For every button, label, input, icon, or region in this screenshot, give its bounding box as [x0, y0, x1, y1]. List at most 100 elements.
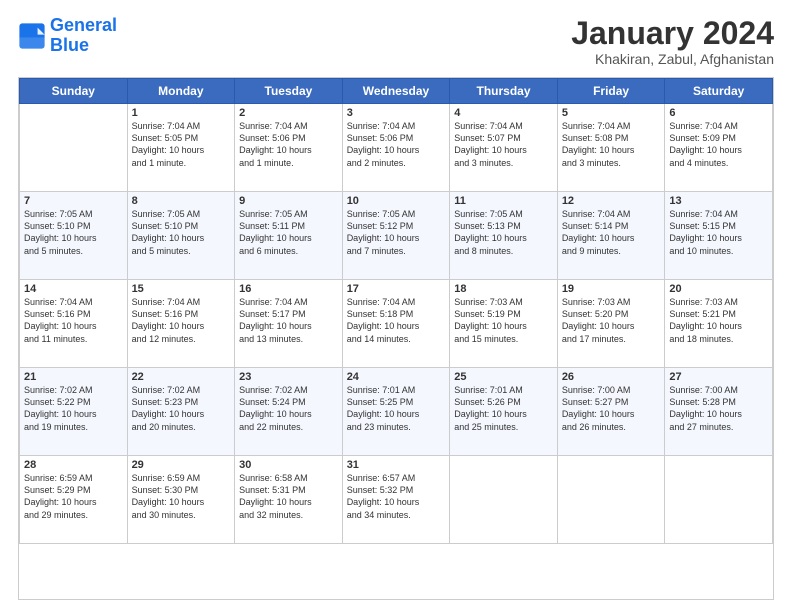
calendar-cell: 22Sunrise: 7:02 AM Sunset: 5:23 PM Dayli… [127, 368, 235, 456]
calendar-week: 21Sunrise: 7:02 AM Sunset: 5:22 PM Dayli… [20, 368, 773, 456]
day-info: Sunrise: 6:59 AM Sunset: 5:30 PM Dayligh… [132, 472, 231, 521]
calendar-cell: 26Sunrise: 7:00 AM Sunset: 5:27 PM Dayli… [557, 368, 665, 456]
calendar-week: 7Sunrise: 7:05 AM Sunset: 5:10 PM Daylig… [20, 192, 773, 280]
calendar-cell: 31Sunrise: 6:57 AM Sunset: 5:32 PM Dayli… [342, 456, 450, 544]
calendar-cell: 17Sunrise: 7:04 AM Sunset: 5:18 PM Dayli… [342, 280, 450, 368]
day-number: 27 [669, 371, 768, 383]
weekday-header: Saturday [665, 79, 773, 104]
day-number: 31 [347, 459, 446, 471]
day-info: Sunrise: 7:03 AM Sunset: 5:20 PM Dayligh… [562, 296, 661, 345]
calendar-cell: 27Sunrise: 7:00 AM Sunset: 5:28 PM Dayli… [665, 368, 773, 456]
calendar: SundayMondayTuesdayWednesdayThursdayFrid… [18, 77, 774, 600]
calendar-cell: 15Sunrise: 7:04 AM Sunset: 5:16 PM Dayli… [127, 280, 235, 368]
calendar-cell: 7Sunrise: 7:05 AM Sunset: 5:10 PM Daylig… [20, 192, 128, 280]
day-number: 15 [132, 283, 231, 295]
calendar-cell: 18Sunrise: 7:03 AM Sunset: 5:19 PM Dayli… [450, 280, 558, 368]
day-info: Sunrise: 7:03 AM Sunset: 5:21 PM Dayligh… [669, 296, 768, 345]
header: General Blue January 2024 Khakiran, Zabu… [18, 16, 774, 67]
day-info: Sunrise: 7:04 AM Sunset: 5:16 PM Dayligh… [132, 296, 231, 345]
calendar-cell: 11Sunrise: 7:05 AM Sunset: 5:13 PM Dayli… [450, 192, 558, 280]
day-number: 12 [562, 195, 661, 207]
calendar-cell [557, 456, 665, 544]
day-number: 1 [132, 107, 231, 119]
page: General Blue January 2024 Khakiran, Zabu… [0, 0, 792, 612]
weekday-header: Tuesday [235, 79, 343, 104]
day-number: 23 [239, 371, 338, 383]
weekday-header: Monday [127, 79, 235, 104]
day-number: 21 [24, 371, 123, 383]
day-number: 7 [24, 195, 123, 207]
calendar-cell: 19Sunrise: 7:03 AM Sunset: 5:20 PM Dayli… [557, 280, 665, 368]
calendar-cell: 21Sunrise: 7:02 AM Sunset: 5:22 PM Dayli… [20, 368, 128, 456]
day-number: 20 [669, 283, 768, 295]
day-info: Sunrise: 7:01 AM Sunset: 5:26 PM Dayligh… [454, 384, 553, 433]
calendar-week: 14Sunrise: 7:04 AM Sunset: 5:16 PM Dayli… [20, 280, 773, 368]
calendar-cell: 16Sunrise: 7:04 AM Sunset: 5:17 PM Dayli… [235, 280, 343, 368]
day-info: Sunrise: 7:03 AM Sunset: 5:19 PM Dayligh… [454, 296, 553, 345]
calendar-cell: 13Sunrise: 7:04 AM Sunset: 5:15 PM Dayli… [665, 192, 773, 280]
day-number: 25 [454, 371, 553, 383]
calendar-cell: 10Sunrise: 7:05 AM Sunset: 5:12 PM Dayli… [342, 192, 450, 280]
calendar-cell: 4Sunrise: 7:04 AM Sunset: 5:07 PM Daylig… [450, 104, 558, 192]
day-number: 5 [562, 107, 661, 119]
day-info: Sunrise: 7:04 AM Sunset: 5:16 PM Dayligh… [24, 296, 123, 345]
logo: General Blue [18, 16, 117, 56]
day-number: 14 [24, 283, 123, 295]
day-info: Sunrise: 7:02 AM Sunset: 5:23 PM Dayligh… [132, 384, 231, 433]
calendar-cell: 28Sunrise: 6:59 AM Sunset: 5:29 PM Dayli… [20, 456, 128, 544]
calendar-cell: 2Sunrise: 7:04 AM Sunset: 5:06 PM Daylig… [235, 104, 343, 192]
calendar-cell: 5Sunrise: 7:04 AM Sunset: 5:08 PM Daylig… [557, 104, 665, 192]
logo-blue: Blue [50, 36, 117, 56]
month-title: January 2024 [571, 16, 774, 51]
day-info: Sunrise: 7:04 AM Sunset: 5:06 PM Dayligh… [239, 120, 338, 169]
day-info: Sunrise: 7:00 AM Sunset: 5:28 PM Dayligh… [669, 384, 768, 433]
day-number: 19 [562, 283, 661, 295]
logo-general: General [50, 15, 117, 35]
day-number: 2 [239, 107, 338, 119]
calendar-cell: 12Sunrise: 7:04 AM Sunset: 5:14 PM Dayli… [557, 192, 665, 280]
calendar-cell: 3Sunrise: 7:04 AM Sunset: 5:06 PM Daylig… [342, 104, 450, 192]
calendar-week: 1Sunrise: 7:04 AM Sunset: 5:05 PM Daylig… [20, 104, 773, 192]
day-number: 8 [132, 195, 231, 207]
day-number: 22 [132, 371, 231, 383]
day-number: 3 [347, 107, 446, 119]
title-area: January 2024 Khakiran, Zabul, Afghanista… [571, 16, 774, 67]
header-row: SundayMondayTuesdayWednesdayThursdayFrid… [20, 79, 773, 104]
day-info: Sunrise: 7:05 AM Sunset: 5:11 PM Dayligh… [239, 208, 338, 257]
weekday-header: Sunday [20, 79, 128, 104]
day-info: Sunrise: 7:04 AM Sunset: 5:05 PM Dayligh… [132, 120, 231, 169]
calendar-cell: 9Sunrise: 7:05 AM Sunset: 5:11 PM Daylig… [235, 192, 343, 280]
day-info: Sunrise: 7:04 AM Sunset: 5:09 PM Dayligh… [669, 120, 768, 169]
day-number: 26 [562, 371, 661, 383]
day-info: Sunrise: 7:00 AM Sunset: 5:27 PM Dayligh… [562, 384, 661, 433]
logo-icon [18, 22, 46, 50]
day-number: 4 [454, 107, 553, 119]
day-number: 24 [347, 371, 446, 383]
day-number: 30 [239, 459, 338, 471]
day-number: 17 [347, 283, 446, 295]
day-number: 6 [669, 107, 768, 119]
day-info: Sunrise: 7:02 AM Sunset: 5:22 PM Dayligh… [24, 384, 123, 433]
day-info: Sunrise: 7:05 AM Sunset: 5:12 PM Dayligh… [347, 208, 446, 257]
day-number: 28 [24, 459, 123, 471]
day-number: 9 [239, 195, 338, 207]
day-info: Sunrise: 7:04 AM Sunset: 5:15 PM Dayligh… [669, 208, 768, 257]
calendar-cell [20, 104, 128, 192]
day-info: Sunrise: 7:01 AM Sunset: 5:25 PM Dayligh… [347, 384, 446, 433]
calendar-cell [450, 456, 558, 544]
logo-text: General Blue [50, 16, 117, 56]
calendar-cell: 8Sunrise: 7:05 AM Sunset: 5:10 PM Daylig… [127, 192, 235, 280]
day-number: 29 [132, 459, 231, 471]
calendar-cell: 29Sunrise: 6:59 AM Sunset: 5:30 PM Dayli… [127, 456, 235, 544]
day-number: 13 [669, 195, 768, 207]
weekday-header: Thursday [450, 79, 558, 104]
calendar-cell: 23Sunrise: 7:02 AM Sunset: 5:24 PM Dayli… [235, 368, 343, 456]
day-info: Sunrise: 6:58 AM Sunset: 5:31 PM Dayligh… [239, 472, 338, 521]
weekday-header: Friday [557, 79, 665, 104]
calendar-cell: 6Sunrise: 7:04 AM Sunset: 5:09 PM Daylig… [665, 104, 773, 192]
day-info: Sunrise: 7:04 AM Sunset: 5:08 PM Dayligh… [562, 120, 661, 169]
calendar-cell: 30Sunrise: 6:58 AM Sunset: 5:31 PM Dayli… [235, 456, 343, 544]
day-number: 18 [454, 283, 553, 295]
day-info: Sunrise: 7:04 AM Sunset: 5:14 PM Dayligh… [562, 208, 661, 257]
day-number: 10 [347, 195, 446, 207]
